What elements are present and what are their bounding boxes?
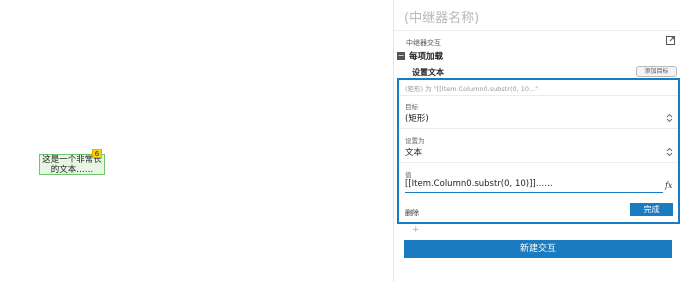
add-action-plus-icon[interactable]: + <box>412 225 420 235</box>
delete-button[interactable]: 删除 <box>405 208 419 218</box>
divider <box>399 95 678 96</box>
interaction-badge: 6 <box>92 149 102 158</box>
action-title[interactable]: 设置文本 <box>412 67 444 78</box>
chevron-updown-icon[interactable] <box>666 147 673 157</box>
set-as-label: 设置为 <box>405 137 425 145</box>
value-input-underline <box>405 192 663 193</box>
interactions-panel: (中继器名称) 中继器交互 − 每项加载 设置文本 添加目标 (矩形) 为 "[… <box>393 0 680 282</box>
value-input[interactable]: [[Item.Column0.substr(0, 10)]]…… <box>405 179 553 189</box>
expand-icon[interactable] <box>666 36 675 45</box>
divider <box>399 162 678 163</box>
canvas[interactable]: 这是一个非常长 的文本…… 6 <box>0 0 393 282</box>
chevron-updown-icon[interactable] <box>666 113 673 123</box>
section-label: 中继器交互 <box>406 39 441 47</box>
panel-divider <box>394 30 680 31</box>
target-label: 目标 <box>405 103 418 111</box>
new-interaction-button[interactable]: 新建交互 <box>404 240 672 258</box>
set-as-select[interactable]: 文本 <box>405 146 422 158</box>
action-summary: (矩形) 为 "[[Item.Column0.substr(0, 10..." <box>405 85 539 93</box>
fx-icon[interactable]: fx <box>665 181 672 190</box>
divider <box>399 128 678 129</box>
action-editor: (矩形) 为 "[[Item.Column0.substr(0, 10..." … <box>397 78 680 224</box>
target-select[interactable]: (矩形) <box>405 112 429 124</box>
widget-text-line-2: 的文本…… <box>50 165 94 175</box>
done-button[interactable]: 完成 <box>630 203 673 216</box>
collapse-event-toggle[interactable]: − <box>397 52 405 60</box>
value-label: 值 <box>405 171 412 179</box>
widget-name-field[interactable]: (中继器名称) <box>404 7 479 26</box>
event-title[interactable]: 每项加载 <box>409 50 443 62</box>
add-target-button[interactable]: 添加目标 <box>636 66 677 77</box>
